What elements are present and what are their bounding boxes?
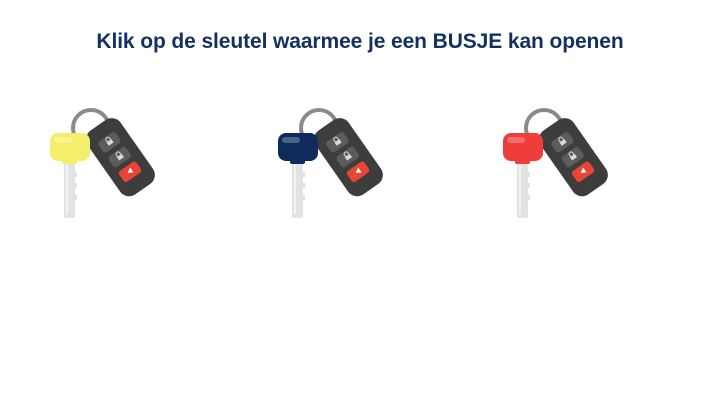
key-blade xyxy=(292,160,305,218)
key-option-red[interactable] xyxy=(497,100,627,225)
key-head xyxy=(503,133,543,164)
key-blade xyxy=(517,160,530,218)
car-fob xyxy=(85,118,155,197)
key-head xyxy=(50,133,90,164)
car-fob xyxy=(538,118,608,197)
key-blade xyxy=(64,160,77,218)
question-title: Klik op de sleutel waarmee je een BUSJE … xyxy=(96,30,624,53)
car-fob xyxy=(313,118,383,197)
key-option-yellow[interactable] xyxy=(44,100,174,225)
key-head xyxy=(278,133,318,164)
key-option-navy[interactable] xyxy=(272,100,402,225)
